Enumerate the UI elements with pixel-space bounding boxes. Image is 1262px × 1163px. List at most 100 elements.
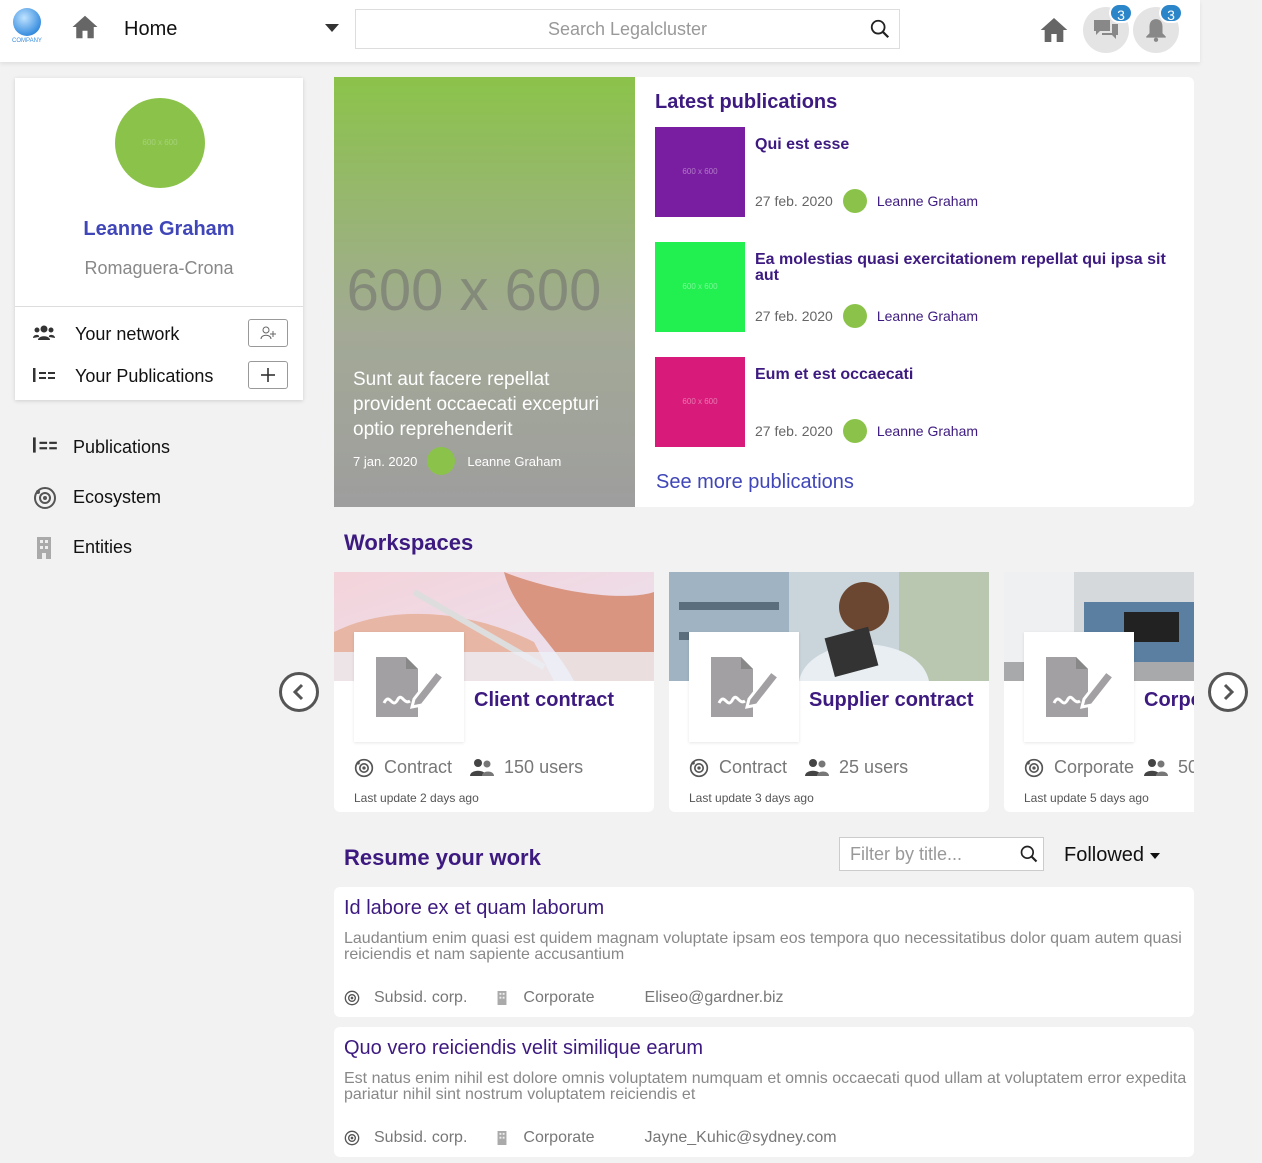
see-more-publications-link[interactable]: See more publications	[656, 471, 854, 494]
featured-meta: 7 jan. 2020 Leanne Graham	[353, 447, 561, 475]
notifications-count-badge: 3	[1159, 3, 1183, 23]
avatar	[842, 419, 867, 443]
chevron-down-icon[interactable]	[325, 24, 339, 32]
workspace-card[interactable]: Corporate Corporate 50 users Last update…	[1004, 572, 1194, 812]
sidebar-item-ecosystem[interactable]: Ecosystem	[33, 483, 283, 513]
work-description: Laudantium enim quasi est quidem magnam …	[344, 930, 1182, 963]
followed-dropdown[interactable]: Followed	[1064, 844, 1161, 867]
add-user-icon	[260, 326, 276, 340]
carousel-prev-button[interactable]	[279, 672, 319, 712]
workspace-last-update: Last update 3 days ago	[689, 791, 814, 805]
ecosystem-icon	[1024, 758, 1044, 777]
chevron-right-icon	[1223, 683, 1235, 701]
workspace-title[interactable]: Corporate	[1144, 689, 1194, 712]
company-logo[interactable]: COMPANY	[10, 8, 44, 52]
publication-thumbnail[interactable]: 600 x 600	[655, 357, 745, 447]
list-item[interactable]: 600 x 600 Eum et est occaecati 27 feb. 2…	[655, 357, 1175, 447]
workspace-type: Contract	[719, 757, 788, 777]
chevron-left-icon	[292, 683, 304, 701]
users-icon	[805, 758, 830, 776]
add-user-button[interactable]	[248, 319, 288, 347]
avatar	[842, 304, 867, 328]
notifications-button[interactable]: 3	[1133, 3, 1183, 53]
divider	[15, 306, 303, 307]
ecosystem-icon	[33, 486, 57, 515]
workspace-title[interactable]: Supplier contract	[809, 689, 973, 712]
add-publication-button[interactable]	[248, 361, 288, 389]
contract-sign-icon	[354, 632, 464, 742]
sidebar-item-publications[interactable]: Publications	[33, 433, 283, 463]
followed-label: Followed	[1064, 844, 1145, 866]
publication-thumbnail[interactable]: 600 x 600	[655, 127, 745, 217]
publication-author[interactable]: Leanne Graham	[877, 308, 978, 324]
publication-title[interactable]: Ea molestias quasi exercitationem repell…	[755, 252, 1175, 284]
publications-panel: 600 x 600 Sunt aut facere repellat provi…	[334, 77, 1194, 507]
your-publications-link[interactable]: Your Publications	[33, 361, 288, 391]
featured-publication[interactable]: 600 x 600 Sunt aut facere repellat provi…	[334, 77, 635, 507]
home-icon[interactable]	[70, 12, 100, 47]
publication-title[interactable]: Eum et est occaecati	[755, 367, 1175, 383]
your-network-link[interactable]: Your network	[33, 319, 288, 349]
featured-author[interactable]: Leanne Graham	[467, 454, 561, 469]
work-email[interactable]: Jayne_Kuhic@sydney.com	[645, 1129, 837, 1147]
search-bar	[355, 9, 900, 49]
list-item[interactable]: 600 x 600 Ea molestias quasi exercitatio…	[655, 242, 1175, 332]
profile-company: Romaguera-Crona	[84, 258, 234, 278]
workspace-last-update: Last update 2 days ago	[354, 791, 479, 805]
sidebar-item-entities[interactable]: Entities	[33, 533, 283, 563]
your-publications-label: Your Publications	[75, 366, 214, 386]
work-meta: Subsid. corp. Corporate Eliseo@gardner.b…	[344, 989, 784, 1007]
latest-publications-title: Latest publications	[655, 91, 838, 113]
publication-thumbnail[interactable]: 600 x 600	[655, 242, 745, 332]
publication-meta: 27 feb. 2020 Leanne Graham	[755, 304, 978, 328]
contract-sign-icon	[1024, 632, 1134, 742]
ecosystem-icon	[354, 758, 374, 777]
current-page-label[interactable]: Home	[124, 18, 177, 41]
messages-button[interactable]: 3	[1083, 3, 1133, 53]
work-title[interactable]: Id labore ex et quam laborum	[344, 897, 604, 920]
search-icon[interactable]	[869, 18, 891, 45]
work-item[interactable]: Id labore ex et quam laborum Laudantium …	[334, 887, 1194, 1017]
publication-meta: 27 feb. 2020 Leanne Graham	[755, 419, 978, 443]
search-icon[interactable]	[1019, 844, 1039, 869]
sidebar-item-label: Publications	[73, 437, 171, 457]
carousel-next-button[interactable]	[1208, 672, 1248, 712]
workspace-type: Corporate	[1054, 757, 1135, 777]
chevron-down-icon	[1150, 852, 1161, 859]
workspace-users: 25 users	[839, 757, 909, 777]
publication-date: 27 feb. 2020	[755, 193, 833, 209]
publication-author[interactable]: Leanne Graham	[877, 423, 978, 439]
work-email[interactable]: Eliseo@gardner.biz	[645, 989, 784, 1007]
ecosystem-icon	[344, 990, 360, 1006]
workspace-title[interactable]: Client contract	[474, 689, 614, 712]
avatar[interactable]: 600 x 600	[115, 98, 205, 188]
work-type: Corporate	[523, 989, 595, 1006]
workspace-users: 150 users	[504, 757, 584, 777]
list-item[interactable]: 600 x 600 Qui est esse 27 feb. 2020 Lean…	[655, 127, 1175, 217]
publication-title[interactable]: Qui est esse	[755, 137, 1175, 153]
profile-name[interactable]: Leanne Graham	[15, 218, 303, 241]
search-input[interactable]	[356, 10, 899, 48]
building-icon	[33, 536, 55, 565]
publication-date: 27 feb. 2020	[755, 423, 833, 439]
workspace-card[interactable]: Client contract Contract 150 users Last …	[334, 572, 654, 812]
workspaces-title: Workspaces	[344, 530, 474, 555]
publication-author[interactable]: Leanne Graham	[877, 193, 978, 209]
workspace-info: Contract 25 users	[689, 757, 908, 778]
work-title[interactable]: Quo vero reiciendis velit similique earu…	[344, 1037, 703, 1060]
featured-title[interactable]: Sunt aut facere repellat provident occae…	[353, 367, 623, 442]
work-description: Est natus enim nihil est dolore omnis vo…	[344, 1070, 1187, 1103]
work-meta: Subsid. corp. Corporate Jayne_Kuhic@sydn…	[344, 1129, 837, 1147]
workspace-info: Corporate 50 users	[1024, 757, 1194, 778]
workspace-card[interactable]: Supplier contract Contract 25 users Last…	[669, 572, 989, 812]
workspace-type: Contract	[384, 757, 453, 777]
featured-date: 7 jan. 2020	[353, 453, 418, 469]
filter-input[interactable]	[840, 838, 1043, 870]
home-icon[interactable]	[1038, 14, 1070, 51]
globe-icon	[13, 8, 41, 36]
ecosystem-icon	[344, 1130, 360, 1146]
workspaces-carousel: Client contract Contract 150 users Last …	[334, 572, 1194, 814]
work-item[interactable]: Quo vero reiciendis velit similique earu…	[334, 1027, 1194, 1157]
users-icon	[1144, 758, 1169, 776]
workspace-last-update: Last update 5 days ago	[1024, 791, 1149, 805]
